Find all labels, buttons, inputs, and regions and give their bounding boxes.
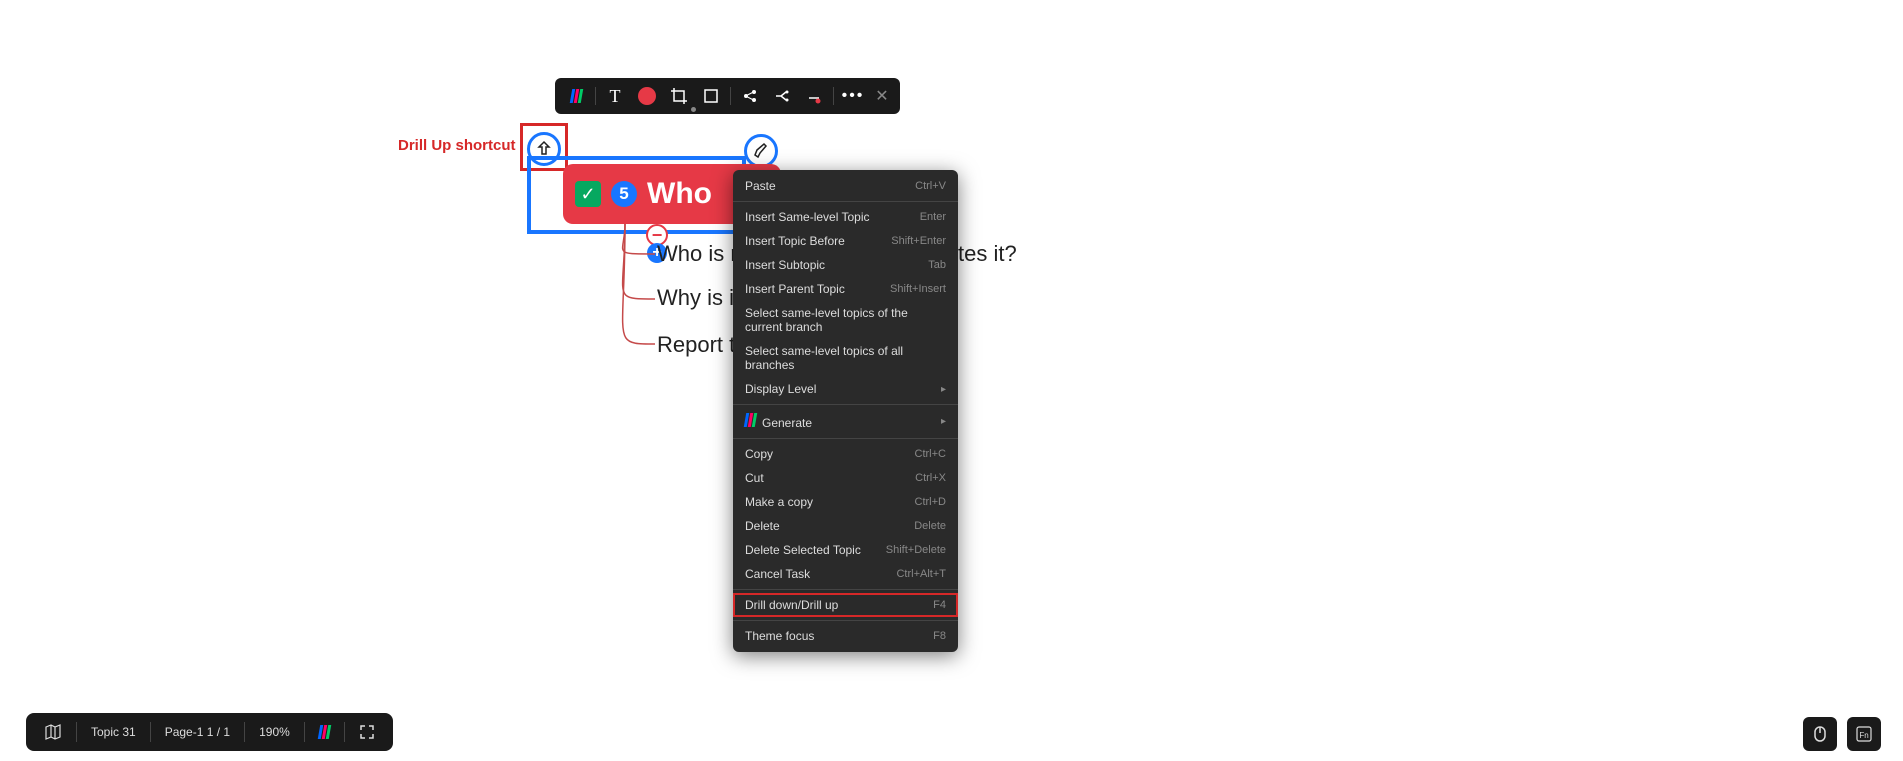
status-zoom[interactable]: 190% — [245, 715, 304, 749]
menu-theme-focus[interactable]: Theme focus F8 — [733, 624, 958, 648]
menu-insert-same-level[interactable]: Insert Same-level Topic Enter — [733, 205, 958, 229]
menu-cut[interactable]: Cut Ctrl+X — [733, 466, 958, 490]
menu-delete[interactable]: Delete Delete — [733, 514, 958, 538]
logo-icon[interactable] — [305, 715, 344, 749]
status-topic[interactable]: Topic 31 — [77, 715, 150, 749]
mouse-icon[interactable] — [1803, 717, 1837, 751]
menu-insert-parent[interactable]: Insert Parent Topic Shift+Insert — [733, 277, 958, 301]
menu-select-same-all[interactable]: Select same-level topics of all branches — [733, 339, 958, 377]
rectangle-icon[interactable] — [696, 82, 726, 110]
marker-icon[interactable] — [799, 82, 829, 110]
menu-paste[interactable]: Paste Ctrl+V — [733, 174, 958, 198]
context-menu: Paste Ctrl+V Insert Same-level Topic Ent… — [733, 170, 958, 652]
fullscreen-icon[interactable] — [345, 715, 389, 749]
menu-drill-down-up[interactable]: Drill down/Drill up F4 — [733, 593, 958, 617]
chevron-right-icon: ▸ — [941, 384, 946, 395]
subtopic-1[interactable]: Who is r — [657, 241, 738, 267]
menu-generate[interactable]: Generate ▸ — [733, 408, 958, 435]
brush-button[interactable] — [744, 134, 778, 168]
share-icon[interactable] — [735, 82, 765, 110]
subtopic-3[interactable]: Report t — [657, 332, 735, 358]
annotation-label: Drill Up shortcut — [398, 137, 516, 154]
menu-delete-selected[interactable]: Delete Selected Topic Shift+Delete — [733, 538, 958, 562]
subtopic-suffix: tes it? — [958, 241, 1017, 267]
status-page[interactable]: Page-1 1 / 1 — [151, 715, 244, 749]
crop-icon[interactable] — [664, 82, 694, 110]
menu-select-same-branch[interactable]: Select same-level topics of the current … — [733, 301, 958, 339]
menu-copy[interactable]: Copy Ctrl+C — [733, 442, 958, 466]
brush-icon — [752, 142, 770, 160]
topic-title: Who — [647, 177, 712, 211]
status-bar: Topic 31 Page-1 1 / 1 190% — [26, 713, 393, 751]
priority-badge: 5 — [611, 181, 637, 207]
menu-make-copy[interactable]: Make a copy Ctrl+D — [733, 490, 958, 514]
svg-text:Fn: Fn — [1859, 731, 1868, 740]
subtopic-2[interactable]: Why is it — [657, 285, 740, 311]
text-tool[interactable]: T — [600, 82, 630, 110]
check-icon: ✓ — [575, 181, 601, 207]
menu-display-level[interactable]: Display Level ▸ — [733, 377, 958, 401]
chevron-right-icon: ▸ — [941, 416, 946, 427]
map-icon[interactable] — [30, 715, 76, 749]
canvas[interactable]: T ••• ✕ Drill Up shortcut — [0, 0, 1903, 761]
logo-icon — [745, 413, 756, 427]
branch-icon[interactable] — [767, 82, 797, 110]
close-icon[interactable]: ✕ — [870, 82, 894, 110]
menu-insert-before[interactable]: Insert Topic Before Shift+Enter — [733, 229, 958, 253]
fn-icon[interactable]: Fn — [1847, 717, 1881, 751]
record-icon[interactable] — [632, 82, 662, 110]
menu-cancel-task[interactable]: Cancel Task Ctrl+Alt+T — [733, 562, 958, 586]
logo-icon[interactable] — [561, 82, 591, 110]
more-icon[interactable]: ••• — [838, 82, 868, 110]
menu-insert-subtopic[interactable]: Insert Subtopic Tab — [733, 253, 958, 277]
floating-toolbar: T ••• ✕ — [555, 78, 900, 114]
